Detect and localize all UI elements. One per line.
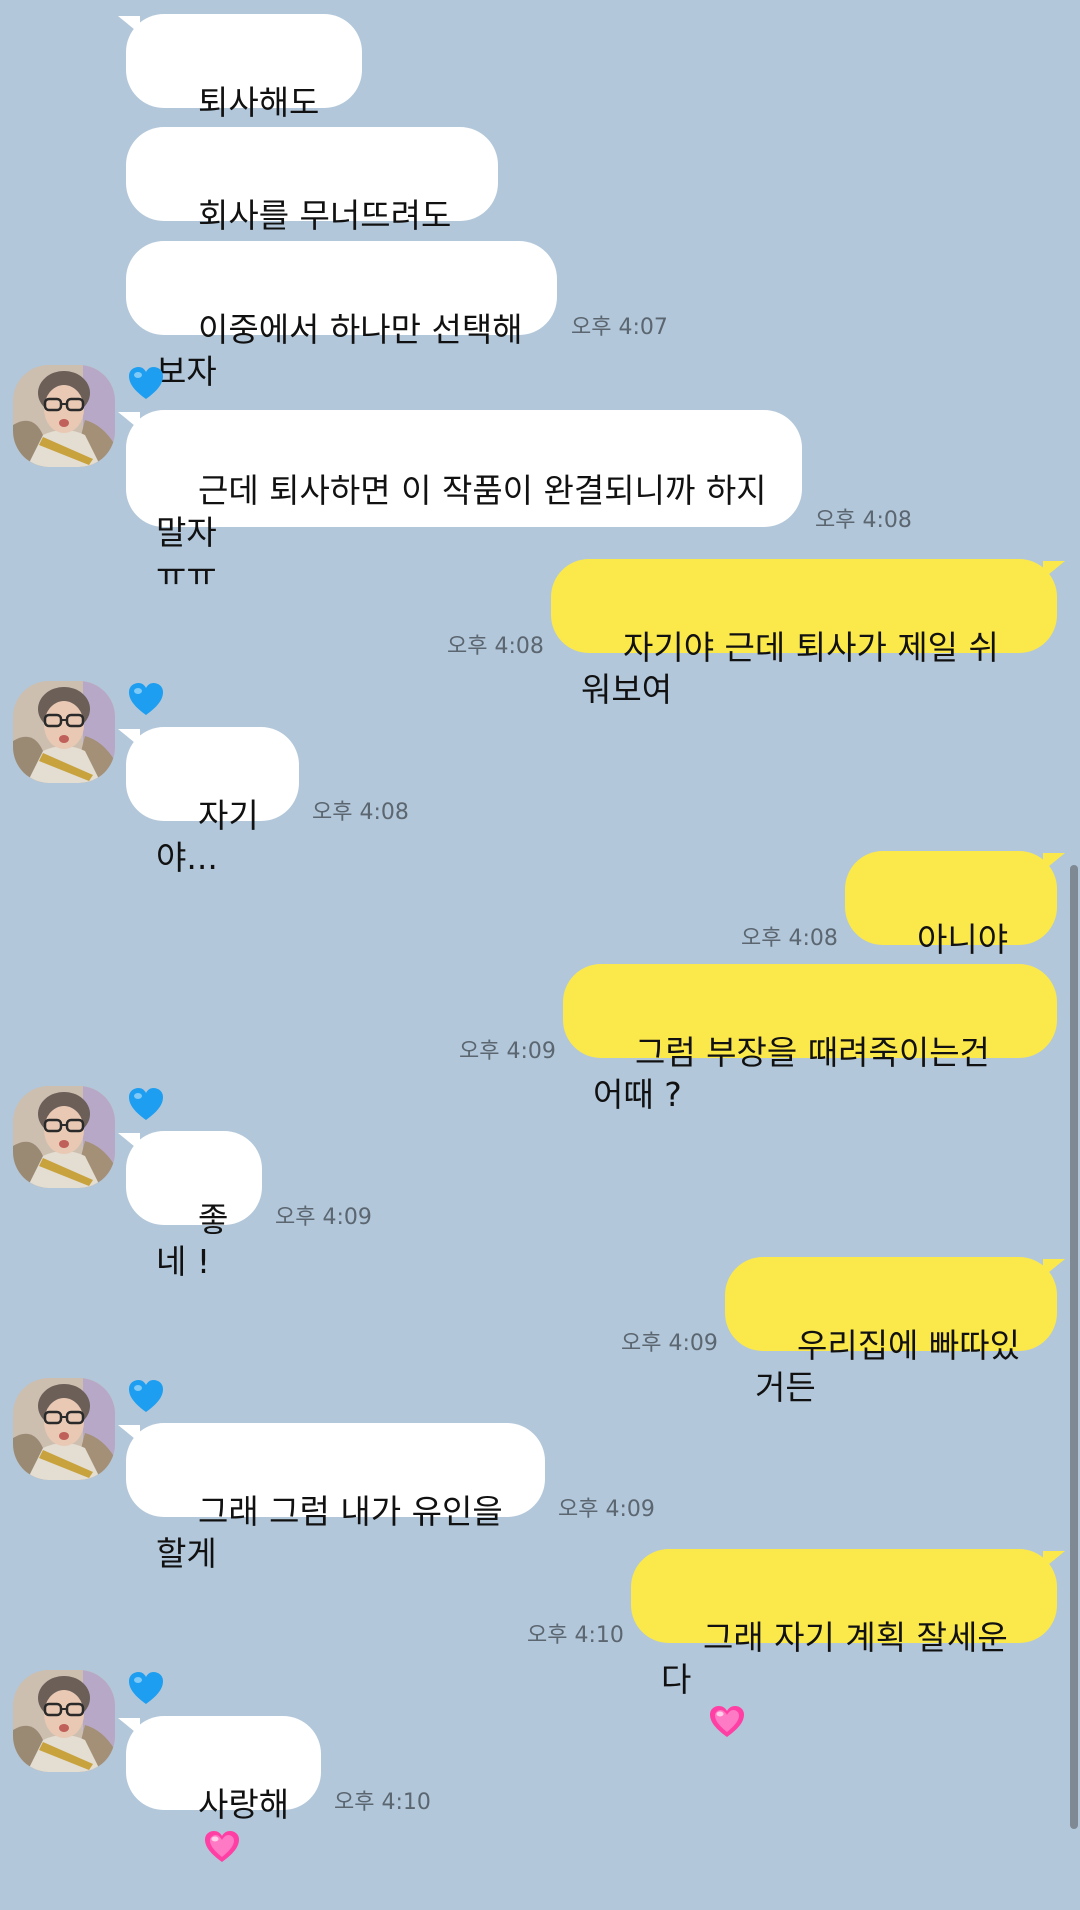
incoming-message-bubble[interactable]: 자기야... — [118, 727, 299, 877]
outgoing-message-bubble[interactable]: 그래 자기 계획 잘세운다 — [631, 1549, 1065, 1643]
message-text: 좋네 ! — [156, 1200, 229, 1281]
pink-heart-emoji — [204, 1830, 240, 1864]
incoming-message-bubble[interactable]: 퇴사해도되고 — [118, 14, 362, 164]
incoming-message-bubble[interactable]: 좋네 ! — [118, 1131, 262, 1281]
message-timestamp: 오후 4:10 — [334, 1790, 431, 1815]
incoming-message-bubble[interactable]: 사랑해 — [118, 1716, 321, 1810]
message-timestamp: 오후 4:09 — [275, 1205, 372, 1230]
message-timestamp: 오후 4:09 — [459, 1039, 556, 1064]
incoming-message-bubble[interactable]: 이중에서 하나만 선택해보자 — [126, 241, 557, 391]
blue-heart-icon — [128, 1379, 164, 1415]
avatar[interactable] — [13, 681, 115, 783]
avatar[interactable] — [13, 1086, 115, 1188]
blue-heart-icon — [128, 1087, 164, 1123]
blue-heart-icon — [128, 1671, 164, 1707]
incoming-message-bubble[interactable]: 회사를 무너뜨려도 되고 — [126, 127, 498, 277]
message-timestamp: 오후 4:08 — [312, 800, 409, 825]
profile-photo — [13, 1086, 115, 1188]
message-text: 그래 자기 계획 잘세운다 — [661, 1618, 1008, 1699]
outgoing-message-bubble[interactable]: 우리집에 빠따있거든 — [725, 1257, 1065, 1407]
message-text: 자기야... — [156, 796, 259, 877]
message-text: 우리집에 빠따있거든 — [755, 1326, 1020, 1407]
message-timestamp: 오후 4:08 — [447, 634, 544, 659]
blue-heart-icon — [128, 682, 164, 718]
profile-photo — [13, 681, 115, 783]
outgoing-message-bubble[interactable]: 아니야 하하 — [845, 851, 1065, 1001]
message-text: 자기야 근데 퇴사가 제일 쉬워보여 — [581, 628, 999, 709]
message-text: 그럼 부장을 때려죽이는건 어때 ? — [593, 1033, 1001, 1114]
profile-photo — [13, 1378, 115, 1480]
incoming-message-bubble[interactable]: 근데 퇴사하면 이 작품이 완결되니까 하지말자 ㅠㅠ — [118, 410, 802, 594]
outgoing-message-bubble[interactable]: 그럼 부장을 때려죽이는건 어때 ? — [563, 964, 1057, 1114]
avatar[interactable] — [13, 1378, 115, 1480]
message-timestamp: 오후 4:09 — [621, 1331, 718, 1356]
message-timestamp: 오후 4:07 — [571, 315, 668, 340]
message-text: 그래 그럼 내가 유인을 할게 — [156, 1492, 514, 1573]
message-timestamp: 오후 4:09 — [558, 1497, 655, 1522]
outgoing-message-bubble[interactable]: 자기야 근데 퇴사가 제일 쉬워보여 — [551, 559, 1065, 709]
avatar[interactable] — [13, 365, 115, 467]
profile-photo — [13, 1670, 115, 1772]
chat-room[interactable]: 퇴사해도되고 회사를 무너뜨려도 되고 이중에서 하나만 선택해보자 오후 4:… — [0, 0, 1080, 1829]
incoming-message-bubble[interactable]: 그래 그럼 내가 유인을 할게 — [118, 1423, 545, 1573]
message-text: 사랑해 — [197, 1785, 290, 1824]
message-timestamp: 오후 4:08 — [741, 926, 838, 951]
profile-photo — [13, 365, 115, 467]
message-text: 이중에서 하나만 선택해보자 — [156, 310, 523, 391]
message-timestamp: 오후 4:10 — [527, 1623, 624, 1648]
avatar[interactable] — [13, 1670, 115, 1772]
message-timestamp: 오후 4:08 — [815, 508, 912, 533]
pink-heart-emoji — [709, 1705, 745, 1739]
blue-heart-icon — [128, 366, 164, 402]
scrollbar[interactable] — [1070, 865, 1078, 1829]
